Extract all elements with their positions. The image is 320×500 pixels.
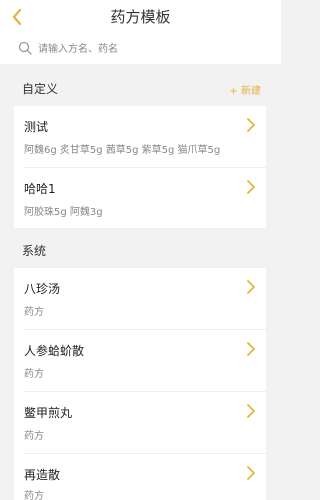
search-bar [0, 34, 281, 64]
item-title: 鳖甲煎丸 [24, 406, 73, 420]
item-subtitle: 药方 [24, 491, 44, 500]
system-list: 八珍汤 药方 人参蛤蚧散 药方 鳖甲煎丸 药方 再造散 药方 [14, 268, 266, 500]
list-item-custom-2[interactable]: 哈哈1 阿胶珠5g 阿魏3g [14, 168, 266, 228]
item-subtitle: 药方 [24, 369, 44, 380]
search-input[interactable] [38, 39, 258, 59]
chevron-right-icon [247, 280, 255, 294]
item-subtitle: 阿胶珠5g 阿魏3g [24, 207, 103, 218]
chevron-right-icon [247, 466, 255, 480]
custom-list: 测试 阿魏6g 炙甘草5g 茜草5g 紫草5g 猫爪草5g 哈哈1 阿胶珠5g … [14, 106, 266, 228]
chevron-right-icon [247, 342, 255, 356]
item-subtitle: 药方 [24, 307, 44, 318]
new-template-button[interactable]: + 新建 [229, 82, 261, 97]
chevron-right-icon [247, 180, 255, 194]
item-title: 再造散 [24, 468, 61, 482]
chevron-right-icon [247, 118, 255, 132]
page-title: 药方模板 [110, 8, 171, 26]
item-title: 测试 [24, 120, 49, 134]
item-title: 人参蛤蚧散 [24, 344, 85, 358]
item-subtitle: 药方 [24, 431, 44, 442]
chevron-right-icon [247, 404, 255, 418]
item-title: 哈哈1 [24, 182, 56, 196]
item-subtitle: 阿魏6g 炙甘草5g 茜草5g 紫草5g 猫爪草5g [24, 145, 221, 156]
top-bar: 药方模板 [0, 0, 281, 34]
list-item-system-3[interactable]: 鳖甲煎丸 药方 [14, 392, 266, 452]
search-icon [18, 41, 32, 55]
list-item-custom-1[interactable]: 测试 阿魏6g 炙甘草5g 茜草5g 紫草5g 猫爪草5g [14, 106, 266, 166]
list-item-system-2[interactable]: 人参蛤蚧散 药方 [14, 330, 266, 390]
section-title-system: 系统 [22, 244, 47, 258]
list-item-system-4[interactable]: 再造散 药方 [14, 454, 266, 500]
section-title-custom: 自定义 [22, 82, 59, 96]
item-title: 八珍汤 [24, 282, 61, 296]
list-item-system-1[interactable]: 八珍汤 药方 [14, 268, 266, 328]
